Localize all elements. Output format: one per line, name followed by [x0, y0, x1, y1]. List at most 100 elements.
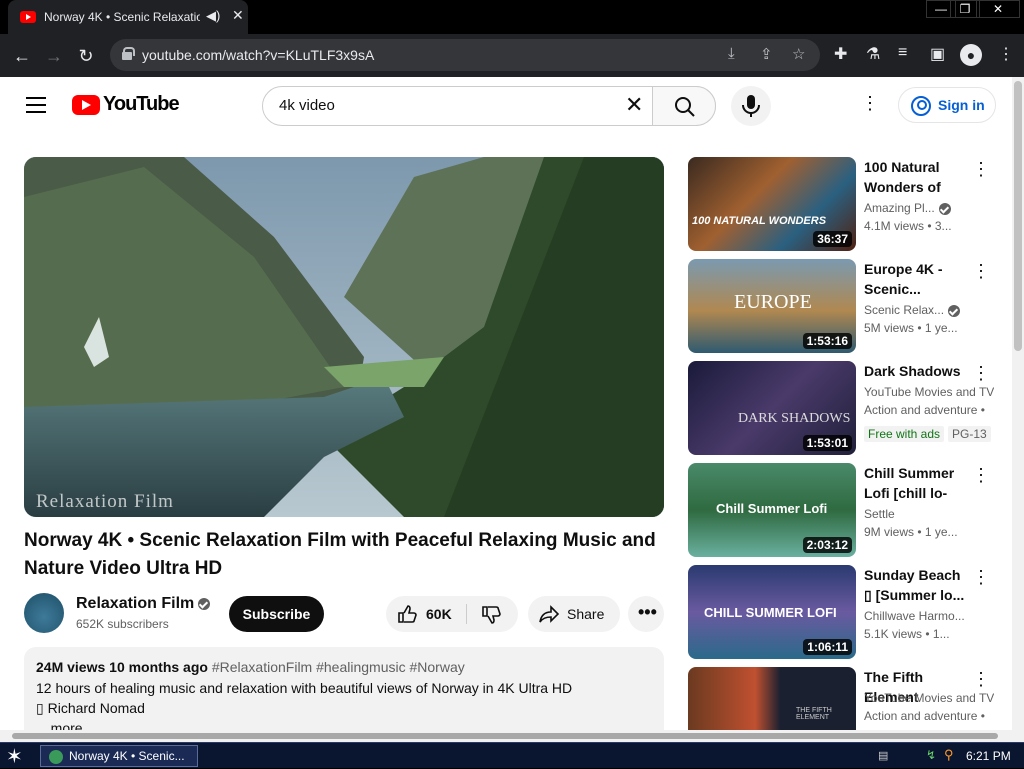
clear-search-icon[interactable]: ✕: [625, 92, 643, 118]
recommendation-genre: Action and adventure •: [864, 403, 985, 417]
youtube-page: YouTube 4k video ✕ ⋮ Sign in Relaxation …: [0, 77, 1024, 742]
thumbs-up-icon[interactable]: [396, 604, 418, 624]
recommendation-title[interactable]: 100 Natural Wonders of th...: [864, 157, 966, 197]
media-queue-icon[interactable]: ≡: [898, 44, 907, 62]
thumbnail[interactable]: CHILL SUMMER LOFI 1:06:11: [688, 565, 856, 659]
recommendation-channel[interactable]: Chillwave Harmo...: [864, 609, 994, 623]
vertical-scrollbar[interactable]: [1012, 77, 1024, 742]
recommendation-item[interactable]: Chill Summer Lofi 2:03:12 Chill Summer L…: [688, 463, 1008, 557]
search-input[interactable]: 4k video: [279, 97, 335, 114]
search-tray-icon[interactable]: ⚲: [944, 747, 954, 763]
tab-title: Norway 4K • Scenic Relaxation: [44, 10, 200, 24]
hashtags[interactable]: #RelaxationFilm #healingmusic #Norway: [212, 659, 465, 675]
url-text[interactable]: youtube.com/watch?v=KLuTLF3x9sA: [142, 47, 374, 63]
recommendation-badges: Free with ads PG-13: [864, 425, 995, 443]
lock-icon[interactable]: [122, 47, 135, 60]
recommendation-item[interactable]: CHILL SUMMER LOFI 1:06:11 Sunday Beach ▯…: [688, 565, 1008, 659]
reload-icon[interactable]: ↻: [72, 42, 100, 70]
window-close-button[interactable]: ✕: [976, 0, 1020, 18]
thumbnail[interactable]: DARK SHADOWS 1:53:01: [688, 361, 856, 455]
share-page-icon[interactable]: ⇪: [760, 45, 773, 63]
recommendation-channel[interactable]: YouTube Movies and TV: [864, 385, 994, 399]
recommendation-channel[interactable]: Amazing Pl...: [864, 201, 994, 215]
forward-arrow-icon[interactable]: →: [40, 42, 68, 70]
recommendation-channel[interactable]: Settle: [864, 507, 994, 521]
recommendation-item[interactable]: 100 NATURAL WONDERS 36:37 100 Natural Wo…: [688, 157, 1008, 251]
views-and-date: 24M views 10 months ago #RelaxationFilm …: [36, 659, 465, 675]
item-menu-icon[interactable]: ⋮: [972, 261, 990, 282]
video-title: Norway 4K • Scenic Relaxation Film with …: [24, 530, 656, 579]
like-count[interactable]: 60K: [426, 606, 452, 622]
side-panel-icon[interactable]: ▣: [930, 44, 945, 64]
browser-menu-icon[interactable]: ⋮: [998, 44, 1014, 64]
channel-watermark: Relaxation Film: [36, 491, 174, 512]
back-arrow-icon[interactable]: ←: [8, 42, 36, 70]
recommendation-views: 5.1K views • 1...: [864, 627, 950, 641]
share-button[interactable]: Share: [528, 596, 620, 632]
like-divider: [466, 604, 467, 624]
youtube-logo-text[interactable]: YouTube: [103, 93, 180, 116]
labs-flask-icon[interactable]: ⚗: [866, 44, 880, 64]
item-menu-icon[interactable]: ⋮: [972, 567, 990, 588]
recommendation-item[interactable]: EUROPE 1:53:16 Europe 4K - Scenic... Sce…: [688, 259, 1008, 353]
browser-tab[interactable]: Norway 4K • Scenic Relaxation ◀) ✕: [8, 0, 248, 34]
system-clock: 6:21 PM: [966, 749, 1011, 763]
recommendation-genre: Action and adventure •: [864, 709, 985, 723]
browser-toolbar: ← → ↻ youtube.com/watch?v=KLuTLF3x9sA ⤓ …: [0, 34, 1024, 77]
start-menu-icon[interactable]: ✶: [6, 744, 23, 769]
account-icon: [911, 96, 931, 116]
hamburger-menu-icon[interactable]: [26, 97, 46, 118]
recommendation-title[interactable]: Chill Summer Lofi [chill lo-fi...: [864, 463, 966, 503]
recommendation-title[interactable]: Dark Shadows: [864, 361, 966, 381]
duration-badge: 2:03:12: [802, 537, 852, 553]
sign-in-button[interactable]: Sign in: [898, 87, 996, 123]
item-menu-icon[interactable]: ⋮: [972, 363, 990, 384]
recommendation-channel[interactable]: YouTube Movies and TV: [864, 691, 994, 705]
more-actions-button[interactable]: •••: [628, 596, 664, 632]
thumbs-down-icon[interactable]: [480, 605, 502, 625]
verified-badge-icon: [948, 304, 961, 317]
item-menu-icon[interactable]: ⋮: [972, 669, 990, 690]
network-tray-icon[interactable]: ↯: [926, 748, 936, 762]
subscriber-count: 652K subscribers: [76, 617, 169, 631]
thumbnail[interactable]: Chill Summer Lofi 2:03:12: [688, 463, 856, 557]
recommendation-channel[interactable]: Scenic Relax...: [864, 303, 994, 317]
search-button[interactable]: [652, 86, 716, 126]
browser-titlebar: Norway 4K • Scenic Relaxation ◀) ✕ — ❐ ✕: [0, 0, 1024, 34]
youtube-logo-icon[interactable]: [72, 95, 100, 115]
free-with-ads-badge: Free with ads: [864, 426, 945, 442]
address-bar[interactable]: youtube.com/watch?v=KLuTLF3x9sA ⤓ ⇪ ☆: [110, 39, 820, 71]
profile-avatar-icon[interactable]: ●: [960, 44, 982, 66]
recommendation-title[interactable]: Sunday Beach ▯ [Summer lo...: [864, 565, 966, 605]
thumbnail[interactable]: EUROPE 1:53:16: [688, 259, 856, 353]
thumbnail[interactable]: 100 NATURAL WONDERS 36:37: [688, 157, 856, 251]
channel-name-link[interactable]: Relaxation Film: [76, 595, 211, 613]
recommendation-title[interactable]: Europe 4K - Scenic...: [864, 259, 966, 299]
sign-in-label: Sign in: [938, 97, 985, 113]
channel-avatar[interactable]: [24, 593, 64, 633]
horizontal-scrollbar[interactable]: [0, 730, 1012, 742]
taskbar-window-button[interactable]: Norway 4K • Scenic...: [40, 745, 198, 767]
extensions-puzzle-icon[interactable]: ✚: [834, 44, 847, 64]
thumbnail-overlay-text: 100 NATURAL WONDERS: [692, 215, 827, 227]
taskbar-window-label: Norway 4K • Scenic...: [69, 749, 185, 763]
description-box[interactable]: 24M views 10 months ago #RelaxationFilm …: [24, 647, 664, 742]
settings-more-icon[interactable]: ⋮: [860, 93, 880, 117]
video-player[interactable]: Relaxation Film: [24, 157, 664, 517]
channel-name[interactable]: Relaxation Film: [76, 595, 194, 612]
recommendation-item[interactable]: DARK SHADOWS 1:53:01 Dark Shadows YouTub…: [688, 361, 1008, 455]
duration-badge: 36:37: [813, 231, 852, 247]
audio-playing-icon[interactable]: ◀): [206, 8, 220, 24]
horizontal-scroll-thumb[interactable]: [12, 733, 998, 739]
voice-search-button[interactable]: [731, 86, 771, 126]
vertical-scroll-thumb[interactable]: [1014, 81, 1022, 351]
item-menu-icon[interactable]: ⋮: [972, 159, 990, 180]
thumbnail-overlay-text: EUROPE: [734, 291, 812, 313]
item-menu-icon[interactable]: ⋮: [972, 465, 990, 486]
search-box[interactable]: 4k video ✕: [262, 86, 716, 126]
subscribe-button[interactable]: Subscribe: [229, 596, 324, 632]
bookmark-star-icon[interactable]: ☆: [792, 45, 805, 63]
tab-close-icon[interactable]: ✕: [232, 7, 244, 24]
install-app-icon[interactable]: ⤓: [728, 45, 735, 62]
keyboard-tray-icon[interactable]: ▤: [878, 749, 888, 762]
